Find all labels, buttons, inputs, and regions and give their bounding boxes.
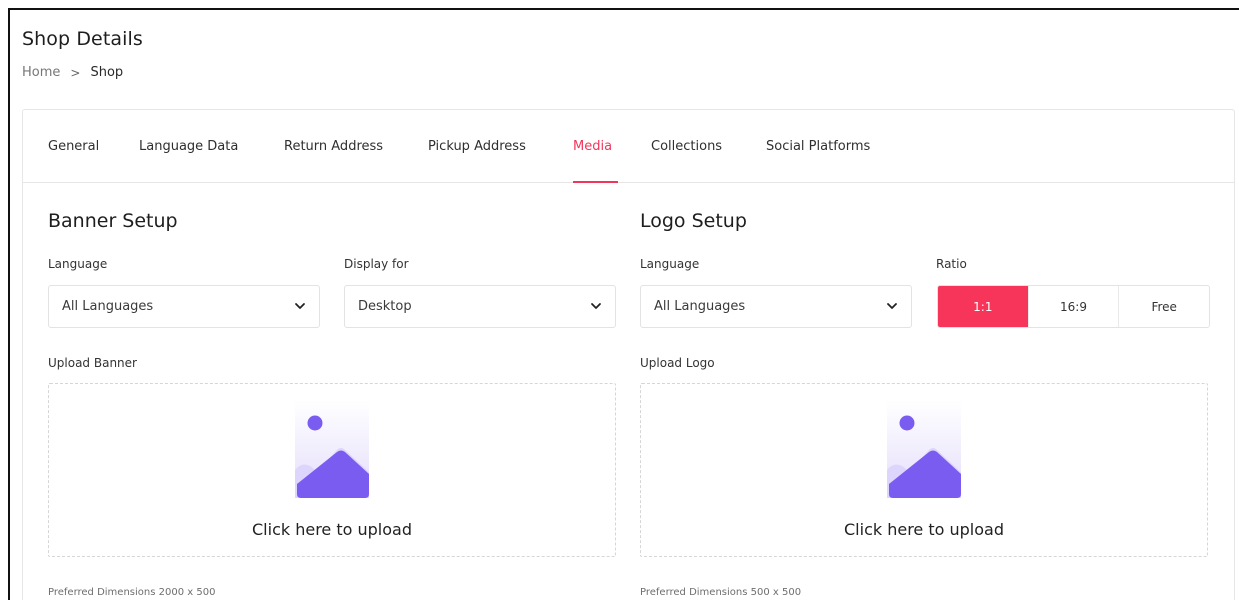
tab-media[interactable]: Media: [573, 139, 612, 154]
tab-social-platforms[interactable]: Social Platforms: [766, 139, 870, 154]
ratio-1-1-button[interactable]: 1:1: [938, 286, 1028, 327]
banner-display-value: Desktop: [358, 299, 412, 314]
shop-details-card: General Language Data Return Address Pic…: [22, 109, 1235, 600]
upload-logo-label: Upload Logo: [640, 356, 715, 370]
chevron-down-icon: [591, 303, 601, 309]
banner-language-value: All Languages: [62, 299, 154, 314]
banner-setup-title: Banner Setup: [48, 210, 178, 232]
logo-setup-title: Logo Setup: [640, 210, 747, 232]
tab-return-address[interactable]: Return Address: [284, 139, 383, 154]
banner-upload-text: Click here to upload: [252, 520, 412, 539]
banner-dimensions-hint: Preferred Dimensions 2000 x 500: [48, 587, 216, 598]
ratio-free-button[interactable]: Free: [1118, 286, 1209, 327]
banner-display-select[interactable]: Desktop: [344, 285, 616, 328]
banner-upload-dropzone[interactable]: Click here to upload: [48, 383, 616, 557]
logo-language-label: Language: [640, 257, 700, 271]
tab-pickup-address[interactable]: Pickup Address: [428, 139, 526, 154]
tab-bar: General Language Data Return Address Pic…: [23, 110, 1234, 183]
banner-display-label: Display for: [344, 257, 409, 271]
page-title: Shop Details: [22, 28, 143, 50]
tab-language-data[interactable]: Language Data: [139, 139, 238, 154]
logo-upload-text: Click here to upload: [844, 520, 1004, 539]
logo-upload-dropzone[interactable]: Click here to upload: [640, 383, 1208, 557]
image-placeholder-icon: [295, 400, 369, 498]
ratio-16-9-button[interactable]: 16:9: [1027, 286, 1119, 327]
banner-language-label: Language: [48, 257, 108, 271]
breadcrumb: Home > Shop: [22, 65, 123, 80]
tab-general[interactable]: General: [48, 139, 99, 154]
banner-language-select[interactable]: All Languages: [48, 285, 320, 328]
logo-dimensions-hint: Preferred Dimensions 500 x 500: [640, 587, 802, 598]
logo-language-value: All Languages: [654, 299, 746, 314]
logo-language-select[interactable]: All Languages: [640, 285, 912, 328]
chevron-down-icon: [295, 303, 305, 309]
breadcrumb-home[interactable]: Home: [22, 65, 60, 80]
logo-ratio-selector: 1:1 16:9 Free: [937, 285, 1210, 328]
active-tab-indicator: [573, 181, 618, 183]
breadcrumb-current: Shop: [90, 65, 124, 80]
image-placeholder-icon: [887, 400, 961, 498]
tab-collections[interactable]: Collections: [651, 139, 722, 154]
chevron-down-icon: [887, 303, 897, 309]
breadcrumb-separator-icon: >: [70, 65, 81, 80]
upload-banner-label: Upload Banner: [48, 356, 137, 370]
logo-ratio-label: Ratio: [936, 257, 967, 271]
app-frame: Shop Details Home > Shop General Languag…: [8, 8, 1239, 600]
